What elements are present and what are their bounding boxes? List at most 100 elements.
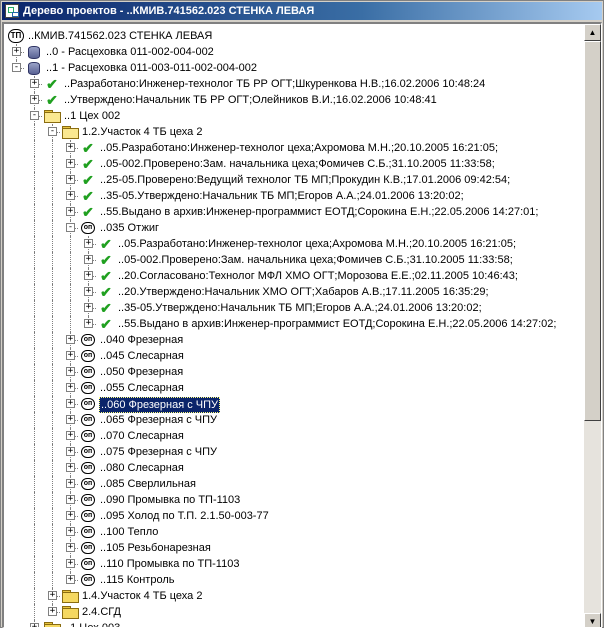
tree-node[interactable]: + оп ..045 Слесарная [4,348,582,364]
tree-node-label[interactable]: ..20.Согласовано:Технолог МФЛ ХМО ОГТ;Мо… [117,269,519,283]
tree-node[interactable]: + оп ..115 Контроль [4,572,582,588]
expand-toggle[interactable]: + [66,383,75,392]
expand-toggle[interactable]: + [66,447,75,456]
expand-toggle[interactable]: + [84,303,93,312]
tree-node[interactable]: + оп ..065 Фрезерная с ЧПУ [4,412,582,428]
tree-node-label[interactable]: ..55.Выдано в архив:Инженер-программист … [99,205,539,219]
tree-node[interactable]: + оп ..060 Фрезерная с ЧПУ [4,396,582,413]
expand-toggle[interactable]: + [66,335,75,344]
expand-toggle[interactable]: + [12,47,21,56]
tree-node-label[interactable]: ..1 Цех 003 [63,621,121,627]
tree-node[interactable]: +1.4.Участок 4 ТБ цеха 2 [4,588,582,604]
expand-toggle[interactable]: + [66,351,75,360]
tree-node-label[interactable]: ..090 Промывка по ТП-1103 [99,493,241,507]
tree-node-label[interactable]: ..20.Утверждено:Начальник ХМО ОГТ;Хабаро… [117,285,490,299]
tree-node[interactable]: + ✔ ..05.Разработано:Инженер-технолог цеха… [4,236,582,252]
tree-node[interactable]: ТП ..КМИВ.741562.023 СТЕНКА ЛЕВАЯ [4,28,582,44]
tree-node-label[interactable]: ..05.Разработано:Инженер-технолог цеха;А… [99,141,499,155]
expand-toggle[interactable]: + [84,271,93,280]
tree-node[interactable]: - 1.2.Участок 4 ТБ цеха 2 [4,124,582,140]
tree-node[interactable]: + ✔ ..55.Выдано в архив:Инженер-программис… [4,204,582,220]
tree-node[interactable]: - ..1 - Расцеховка 011-003-011-002-004-00… [4,60,582,76]
tree-node-label[interactable]: ..075 Фрезерная с ЧПУ [99,445,218,459]
expand-toggle[interactable]: + [66,543,75,552]
tree-node-label[interactable]: ..35-05.Утверждено:Начальник ТБ МП;Егоро… [117,301,483,315]
tree-node[interactable]: + ✔ ..20.Утверждено:Начальник ХМО ОГТ;Хаба… [4,284,582,300]
project-tree[interactable]: ТП ..КМИВ.741562.023 СТЕНКА ЛЕВАЯ + ..0 - Р… [4,24,584,627]
title-bar[interactable]: Дерево проектов - ..КМИВ.741562.023 СТЕН… [2,2,602,20]
tree-node[interactable]: - ..1 Цех 002 [4,108,582,124]
tree-node-label[interactable]: ..045 Слесарная [99,349,185,363]
expand-toggle[interactable]: + [48,607,57,616]
scroll-up-button[interactable]: ▲ [584,24,601,41]
tree-node[interactable]: + ✔ ..Утверждено:Начальник ТБ РР ОГТ;Олейн… [4,92,582,108]
scroll-down-button[interactable]: ▼ [584,613,601,627]
tree-node[interactable]: + оп ..080 Слесарная [4,460,582,476]
expand-toggle[interactable]: + [66,415,75,424]
tree-node[interactable]: + оп ..050 Фрезерная [4,364,582,380]
tree-node[interactable]: + ✔ ..05-002.Проверено:Зам. начальника цех… [4,252,582,268]
tree-node-label[interactable]: ..0 - Расцеховка 011-002-004-002 [45,45,215,59]
expand-toggle[interactable]: + [84,255,93,264]
tree-node-label[interactable]: ..050 Фрезерная [99,365,184,379]
tree-node-label[interactable]: ..05.Разработано:Инженер-технолог цеха;А… [117,237,517,251]
tree-node[interactable]: + ✔ ..55.Выдано в архив:Инженер-программис… [4,316,582,332]
tree-node[interactable]: + ✔ ..35-05.Утверждено:Начальник ТБ МП;Его… [4,188,582,204]
tree-node[interactable]: + оп ..095 Холод по Т.П. 2.1.50-003-77 [4,508,582,524]
expand-toggle[interactable]: + [66,207,75,216]
tree-node-label[interactable]: 1.4.Участок 4 ТБ цеха 2 [81,589,203,603]
tree-node-label[interactable]: ..070 Слесарная [99,429,185,443]
expand-toggle[interactable]: + [84,239,93,248]
tree-node-label[interactable]: ..05-002.Проверено:Зам. начальника цеха;… [99,157,496,171]
tree-node[interactable]: + оп ..100 Тепло [4,524,582,540]
tree-node-label[interactable]: ..035 Отжиг [99,221,160,235]
tree-node-label-selected[interactable]: ..060 Фрезерная с ЧПУ [99,397,221,413]
tree-node-label[interactable]: ..065 Фрезерная с ЧПУ [99,413,218,427]
tree-node-label[interactable]: 1.2.Участок 4 ТБ цеха 2 [81,125,203,139]
tree-node-label[interactable]: ..110 Промывка по ТП-1103 [99,557,240,571]
collapse-toggle[interactable]: - [12,63,21,72]
expand-toggle[interactable]: + [84,319,93,328]
tree-node[interactable]: + оп ..105 Резьбонарезная [4,540,582,556]
tree-node-label[interactable]: ..Разработано:Инженер-технолог ТБ РР ОГТ… [63,77,486,91]
expand-toggle[interactable]: + [66,463,75,472]
expand-toggle[interactable]: + [30,623,39,627]
expand-toggle[interactable]: + [66,511,75,520]
tree-node[interactable]: + ..0 - Расцеховка 011-002-004-002 [4,44,582,60]
expand-toggle[interactable]: + [66,143,75,152]
tree-node-label[interactable]: ..Утверждено:Начальник ТБ РР ОГТ;Олейник… [63,93,438,107]
expand-toggle[interactable]: + [66,527,75,536]
tree-node-label[interactable]: ..085 Сверлильная [99,477,197,491]
tree-node-label[interactable]: ..055 Слесарная [99,381,185,395]
tree-node-label[interactable]: ..1 Цех 002 [63,109,121,123]
vertical-scrollbar[interactable]: ▲ ▼ [584,24,601,627]
expand-toggle[interactable]: + [66,575,75,584]
collapse-toggle[interactable]: - [30,111,39,120]
tree-node[interactable]: + оп ..070 Слесарная [4,428,582,444]
scroll-thumb[interactable] [584,41,601,421]
tree-node[interactable]: + оп ..085 Сверлильная [4,476,582,492]
tree-node-label[interactable]: ..25-05.Проверено:Ведущий технолог ТБ МП… [99,173,511,187]
expand-toggle[interactable]: + [66,175,75,184]
collapse-toggle[interactable]: - [48,127,57,136]
tree-node[interactable]: + оп ..110 Промывка по ТП-1103 [4,556,582,572]
expand-toggle[interactable]: + [30,95,39,104]
tree-node[interactable]: + ✔ ..25-05.Проверено:Ведущий технолог ТБ … [4,172,582,188]
tree-node[interactable]: + оп ..040 Фрезерная [4,332,582,348]
tree-node[interactable]: + ..1 Цех 003 [4,620,582,627]
tree-node[interactable]: + ✔ ..05.Разработано:Инженер-технолог цеха… [4,140,582,156]
tree-node[interactable]: + ✔ ..05-002.Проверено:Зам. начальника цех… [4,156,582,172]
expand-toggle[interactable]: + [66,367,75,376]
tree-node-label[interactable]: ..55.Выдано в архив:Инженер-программист … [117,317,557,331]
tree-node-label[interactable]: ..095 Холод по Т.П. 2.1.50-003-77 [99,509,270,523]
tree-node-label[interactable]: ..КМИВ.741562.023 СТЕНКА ЛЕВАЯ [27,29,213,43]
expand-toggle[interactable]: + [66,431,75,440]
tree-node-label[interactable]: ..100 Тепло [99,525,159,539]
tree-node[interactable]: + оп ..090 Промывка по ТП-1103 [4,492,582,508]
tree-node-label[interactable]: 2.4.СГД [81,605,122,619]
tree-node-label[interactable]: ..040 Фрезерная [99,333,184,347]
tree-node[interactable]: + ✔ ..20.Согласовано:Технолог МФЛ ХМО ОГТ;… [4,268,582,284]
expand-toggle[interactable]: + [66,191,75,200]
tree-node-label[interactable]: ..35-05.Утверждено:Начальник ТБ МП;Егоро… [99,189,465,203]
tree-node-label[interactable]: ..105 Резьбонарезная [99,541,212,555]
